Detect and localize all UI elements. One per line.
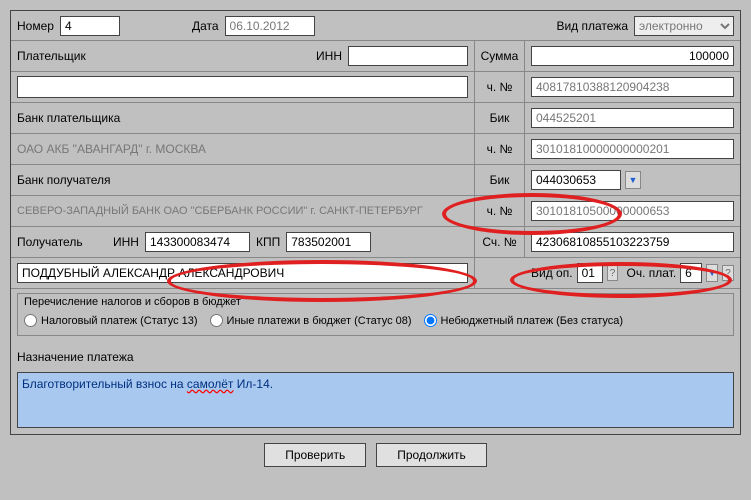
purpose-label: Назначение платежа [17, 350, 134, 364]
number-input[interactable] [60, 16, 120, 36]
continue-button[interactable]: Продолжить [376, 443, 487, 467]
vid-op-input[interactable] [577, 263, 603, 283]
date-label: Дата [192, 19, 219, 33]
check-button[interactable]: Проверить [264, 443, 366, 467]
amount-label: Сумма [481, 49, 519, 63]
date-input[interactable] [225, 16, 315, 36]
amount-input[interactable] [531, 46, 734, 66]
och-plat-input[interactable] [680, 263, 702, 283]
payment-type-label: Вид платежа [556, 19, 628, 33]
tax-group-label: Перечисление налогов и сборов в бюджет [18, 294, 733, 310]
payer-bank-name: ОАО АКБ "АВАНГАРД" г. МОСКВА [17, 142, 206, 156]
recipient-inn-label: ИНН [113, 235, 139, 249]
tax-radio-1[interactable] [24, 314, 37, 327]
payer-label: Плательщик [17, 49, 137, 63]
tax-opt3[interactable]: Небюджетный платеж (Без статуса) [424, 314, 624, 327]
payer-bank-account-input[interactable] [531, 139, 734, 159]
recipient-bank-account-label: ч. № [487, 204, 513, 218]
recipient-bank-account-input[interactable] [531, 201, 734, 221]
payer-bank-label: Банк плательщика [17, 111, 120, 125]
payer-bank-bik-label: Бик [490, 111, 510, 125]
help-icon-2[interactable]: ? [722, 265, 734, 281]
tax-opt2[interactable]: Иные платежи в бюджет (Статус 08) [210, 314, 412, 327]
purpose-textarea[interactable]: Благотворительный взнос на самолёт Ил-14… [17, 372, 734, 428]
recipient-kpp-input[interactable] [286, 232, 371, 252]
tax-radio-2[interactable] [210, 314, 223, 327]
header-row: Номер Дата Вид платежа электронно [11, 11, 740, 41]
recipient-label: Получатель [17, 235, 107, 249]
payer-inn-input[interactable] [348, 46, 468, 66]
och-plat-label: Оч. плат. [626, 266, 676, 280]
bik-dropdown-icon[interactable]: ▼ [625, 171, 641, 189]
recipient-bank-bik-input[interactable] [531, 170, 621, 190]
help-icon[interactable]: ? [607, 265, 619, 281]
och-dropdown-icon[interactable]: ▼ [706, 264, 718, 282]
payer-inn-label: ИНН [316, 49, 342, 63]
payer-bank-account-label: ч. № [487, 142, 513, 156]
recipient-inn-input[interactable] [145, 232, 250, 252]
recipient-kpp-label: КПП [256, 235, 280, 249]
payment-type-select[interactable]: электронно [634, 16, 734, 36]
payer-bank-bik-input[interactable] [531, 108, 734, 128]
payer-name-input[interactable] [17, 76, 468, 98]
recipient-bank-bik-label: Бик [490, 173, 510, 187]
tax-opt1[interactable]: Налоговый платеж (Статус 13) [24, 314, 198, 327]
payer-account-input[interactable] [531, 77, 734, 97]
recipient-name-input[interactable] [17, 263, 468, 283]
payer-account-label: ч. № [487, 80, 513, 94]
recipient-bank-name: СЕВЕРО-ЗАПАДНЫЙ БАНК ОАО "СБЕРБАНК РОССИ… [17, 205, 423, 217]
recipient-account-input[interactable] [531, 232, 734, 252]
recipient-account-label: Сч. № [482, 235, 516, 249]
number-label: Номер [17, 19, 54, 33]
tax-group: Перечисление налогов и сборов в бюджет Н… [17, 293, 734, 336]
vid-op-label: Вид оп. [531, 266, 573, 280]
tax-radio-3[interactable] [424, 314, 437, 327]
recipient-bank-label: Банк получателя [17, 173, 110, 187]
